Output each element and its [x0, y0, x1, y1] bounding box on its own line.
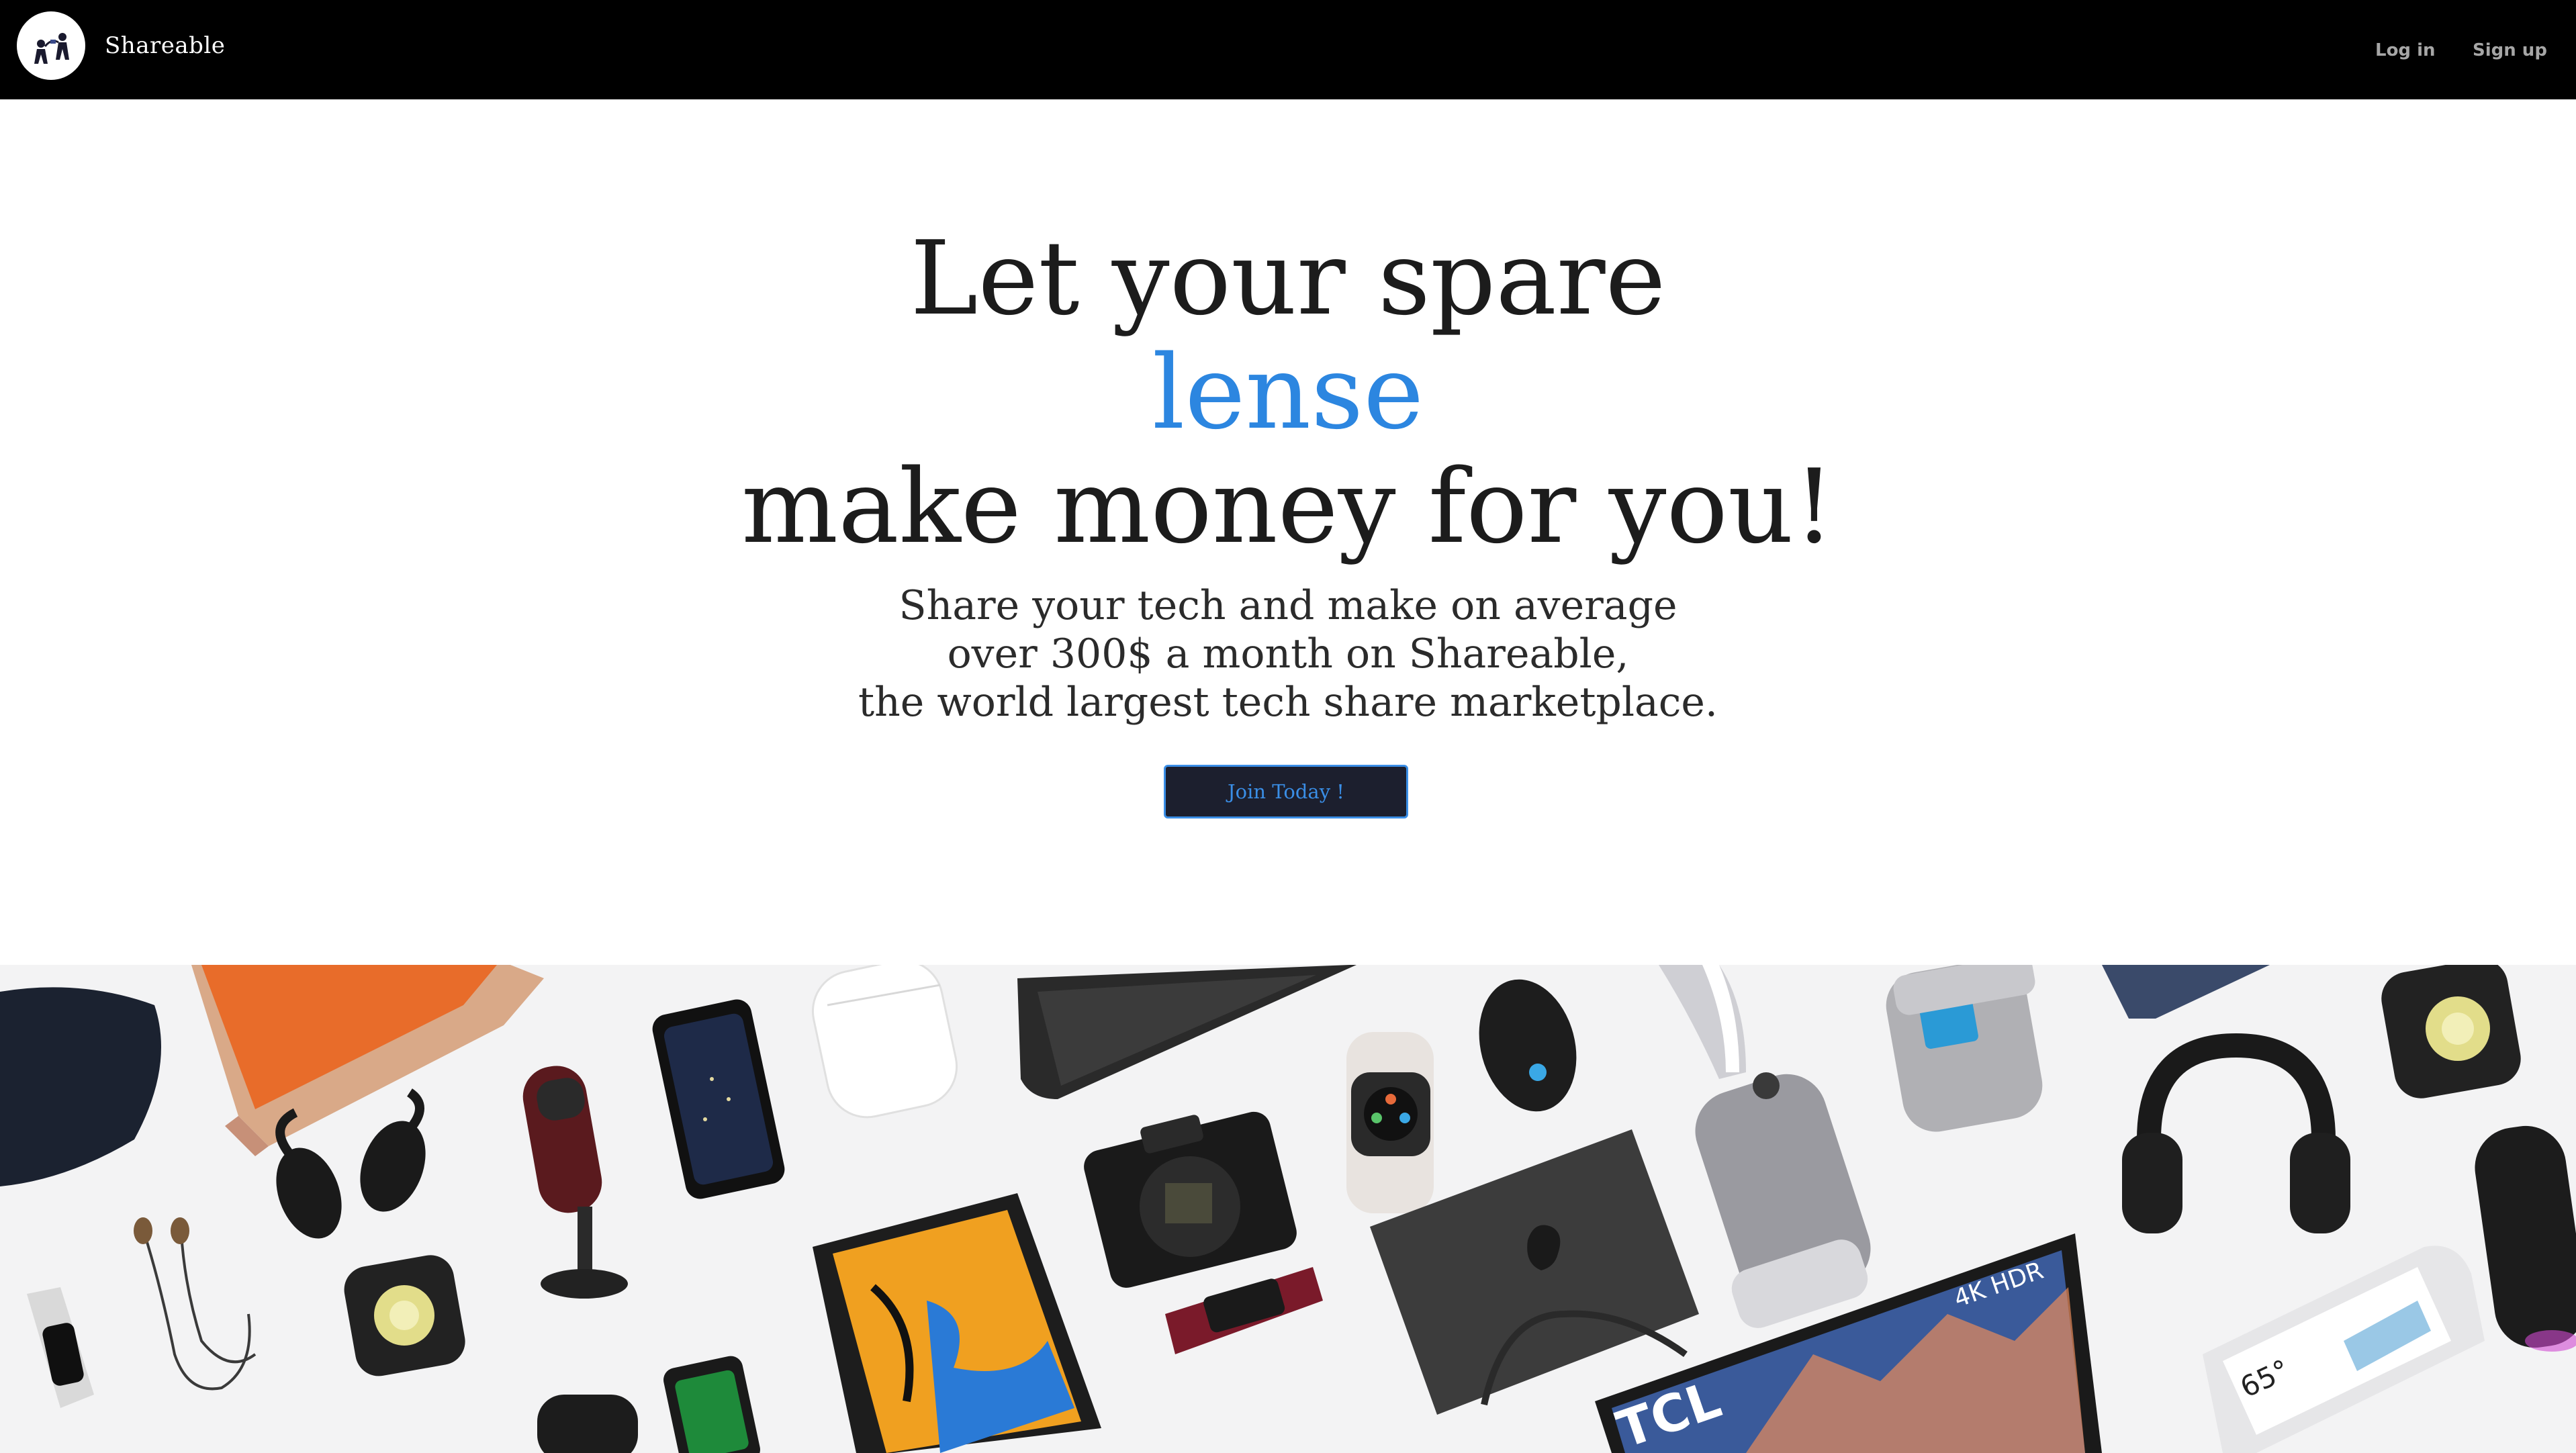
hero-subtitle-line-3: the world largest tech share marketplace…	[858, 679, 1718, 726]
fitness-tracker-icon	[27, 1287, 94, 1408]
wired-earphones-icon	[134, 1217, 257, 1391]
earbuds-case-icon	[0, 987, 161, 1186]
hero-subtitle-line-2: over 300$ a month on Shareable,	[947, 630, 1629, 677]
login-link[interactable]: Log in	[2375, 40, 2436, 60]
signup-link[interactable]: Sign up	[2473, 40, 2547, 60]
air-purifier-icon	[1659, 965, 1871, 1328]
join-today-button[interactable]: Join Today !	[1164, 765, 1408, 818]
hero-title-line-1: Let your spare	[910, 219, 1666, 338]
small-speaker-icon	[537, 1395, 638, 1453]
cube-speaker-icon	[2381, 965, 2521, 1098]
hero-subtitle: Share your tech and make on average over…	[0, 581, 2576, 726]
smart-speaker-icon	[1886, 965, 2043, 1132]
shareable-logo-icon	[17, 11, 85, 80]
keyboard-icon	[1017, 965, 1356, 1099]
cylinder-speaker-icon	[2475, 1125, 2576, 1352]
cube-speaker-icon	[344, 1255, 465, 1376]
fitness-band-icon	[1165, 1267, 1323, 1354]
hero-title-accent: lense	[1152, 333, 1424, 452]
microphone-icon	[522, 1066, 628, 1299]
hero-title: Let your spare lense make money for you!	[0, 222, 2576, 564]
smartphone-icon	[652, 999, 785, 1199]
earbuds-icon	[275, 1088, 426, 1239]
hero-title-line-3: make money for you!	[741, 447, 1835, 566]
airpods-icon	[811, 965, 958, 1119]
tablet-top-right-icon	[2102, 965, 2270, 1019]
smart-display-icon: 65°	[2203, 1246, 2485, 1453]
small-phone-icon	[663, 1356, 760, 1453]
headphones-icon	[2122, 1033, 2350, 1233]
smartwatch-icon	[1346, 1032, 1434, 1213]
laptop-icon	[191, 965, 544, 1156]
camera-icon	[1084, 1111, 1297, 1288]
tablet-icon	[813, 1193, 1101, 1453]
brand-link[interactable]: Shareable	[17, 11, 225, 80]
top-navbar: Shareable Log in Sign up	[0, 0, 2576, 99]
product-banner: TCL 4K HDR 65°	[0, 965, 2576, 1453]
hero-subtitle-line-1: Share your tech and make on average	[899, 582, 1677, 629]
gaming-mouse-icon	[1479, 979, 1577, 1112]
brand-name: Shareable	[105, 32, 226, 59]
